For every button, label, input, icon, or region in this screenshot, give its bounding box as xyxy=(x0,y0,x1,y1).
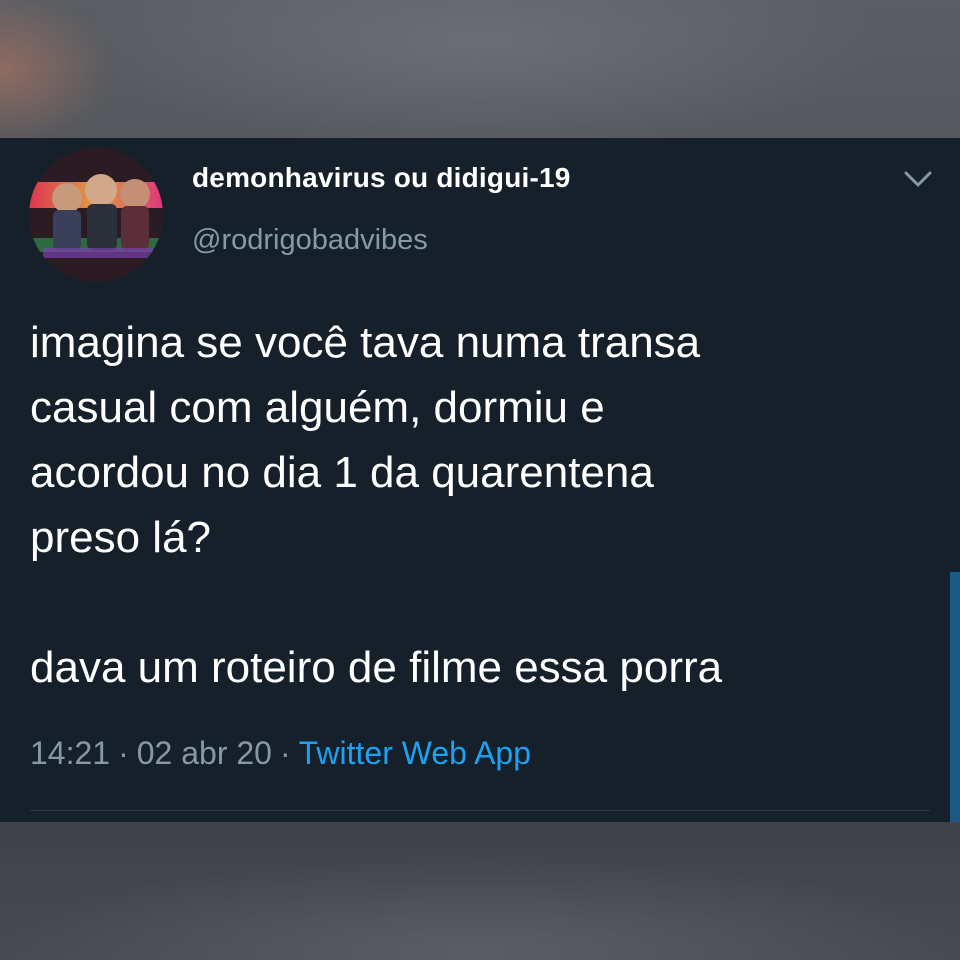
background-bottom xyxy=(0,822,960,960)
tweet-metadata: 14:21 · 02 abr 20 · Twitter Web App xyxy=(30,735,531,772)
tweet-text-line: dava um roteiro de filme essa porra xyxy=(30,643,723,692)
avatar[interactable] xyxy=(29,148,163,282)
tweet-text-line: acordou no dia 1 da quarentena xyxy=(30,448,654,497)
divider xyxy=(30,810,930,811)
background-top xyxy=(0,0,960,138)
meta-separator: · xyxy=(279,735,291,771)
tweet-text-line: preso lá? xyxy=(30,513,212,562)
meta-separator: · xyxy=(118,735,129,771)
tweet-card: demonhavirus ou didigui-19 @rodrigobadvi… xyxy=(0,138,960,822)
tweet-body: imagina se você tava numa transa casual … xyxy=(30,310,930,700)
tweet-text-line: imagina se você tava numa transa xyxy=(30,318,701,367)
tweet-time[interactable]: 14:21 xyxy=(30,735,110,771)
tweet-source-link[interactable]: Twitter Web App xyxy=(299,735,531,771)
author-handle[interactable]: @rodrigobadvibes xyxy=(192,224,428,257)
author-display-name[interactable]: demonhavirus ou didigui-19 xyxy=(192,162,571,194)
card-edge-accent xyxy=(950,572,960,822)
chevron-down-icon[interactable] xyxy=(898,164,938,194)
tweet-text-line: casual com alguém, dormiu e xyxy=(30,383,605,432)
tweet-date[interactable]: 02 abr 20 xyxy=(137,735,272,771)
